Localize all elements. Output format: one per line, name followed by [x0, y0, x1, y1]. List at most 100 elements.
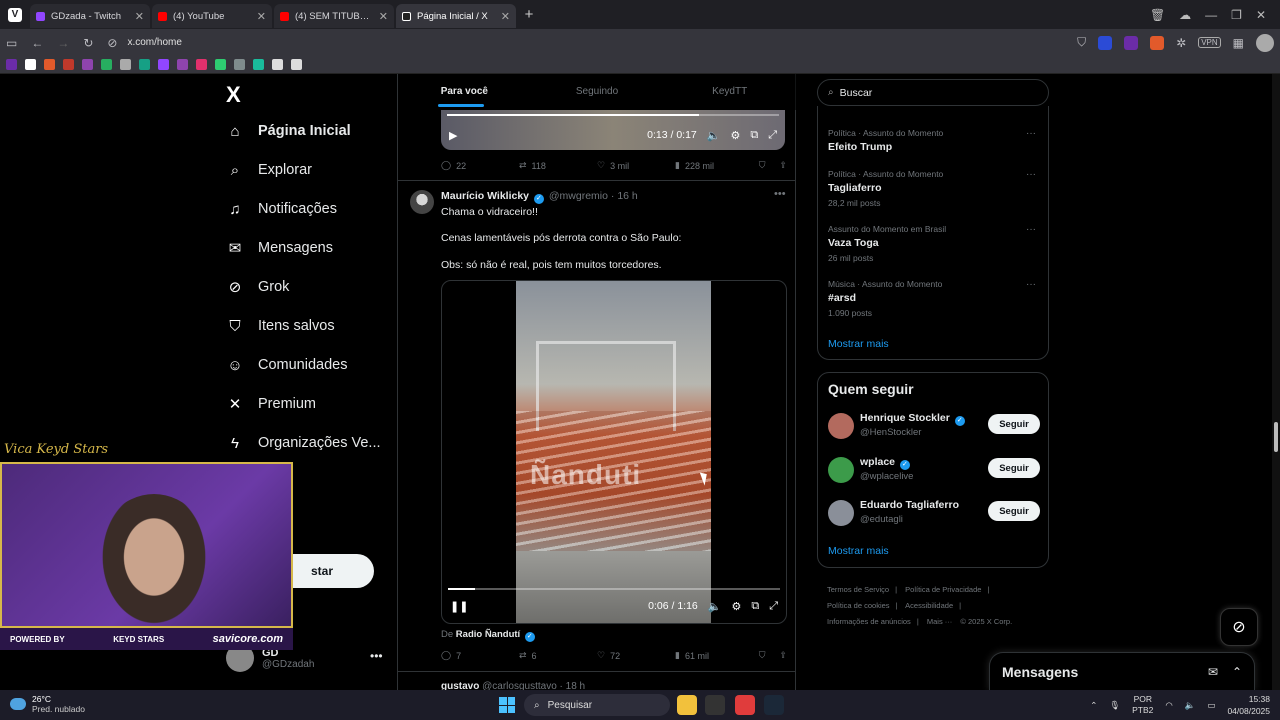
reply-button[interactable]: ◯ 22: [441, 160, 519, 171]
follow-button[interactable]: Seguir: [988, 458, 1040, 478]
settings-icon[interactable]: ⚙: [730, 129, 740, 142]
footer-link[interactable]: Política de cookies: [827, 601, 890, 610]
panel-toggle-icon[interactable]: ▭: [6, 36, 17, 50]
cloud-icon[interactable]: ☁: [1179, 8, 1191, 22]
scrollbar-thumb[interactable]: [1274, 422, 1278, 452]
volume-icon[interactable]: 🔈: [708, 600, 722, 613]
bookmark-icon[interactable]: [82, 59, 93, 70]
author-handle[interactable]: @mwgremio: [549, 190, 608, 202]
bookmark-icon[interactable]: [253, 59, 264, 70]
trend-item[interactable]: Assunto do Momento em Brasil Vaza Toga 2…: [828, 224, 1040, 263]
trend-item[interactable]: Política · Assunto do Momento Tagliaferr…: [828, 169, 1040, 208]
bookmark-icon[interactable]: [196, 59, 207, 70]
fullscreen-icon[interactable]: ⤢: [768, 129, 777, 142]
bookmark-icon[interactable]: [139, 59, 150, 70]
views-button[interactable]: ▮ 61 mil: [675, 650, 757, 661]
tab-following[interactable]: Seguindo: [531, 74, 664, 110]
author-handle[interactable]: @carlosgusttavo: [482, 681, 557, 690]
avatar[interactable]: [410, 190, 434, 214]
calendar-icon[interactable]: ▦: [1233, 36, 1244, 50]
close-tab-icon[interactable]: ✕: [257, 10, 266, 23]
nav-item-bookmarks[interactable]: ⛉ Itens salvos: [226, 317, 334, 335]
messages-drawer[interactable]: Mensagens ✉ ⌃: [989, 652, 1255, 690]
video-player[interactable]: ▶ 0:13 / 0:17 🔈 ⚙ ⧉ ⤢: [441, 110, 785, 150]
footer-link[interactable]: Informações de anúncios: [827, 617, 911, 626]
extension-icon[interactable]: [1150, 35, 1165, 50]
post-time[interactable]: 18 h: [566, 681, 585, 690]
follow-button[interactable]: Seguir: [988, 414, 1040, 434]
bookmark-page-icon[interactable]: ⛉: [1077, 35, 1086, 50]
new-tab-button[interactable]: +: [518, 6, 540, 23]
trend-item[interactable]: Música · Assunto do Momento #arsd 1.090 …: [828, 279, 1040, 318]
follow-button[interactable]: Seguir: [988, 501, 1040, 521]
bookmark-icon[interactable]: [63, 59, 74, 70]
bookmark-icon[interactable]: [177, 59, 188, 70]
tab-twitch[interactable]: GDzada - Twitch ✕: [30, 4, 150, 28]
close-tab-icon[interactable]: ✕: [379, 10, 388, 23]
nav-item-grok[interactable]: ⊘ Grok: [226, 278, 290, 296]
share-icon[interactable]: ⇪: [779, 650, 787, 661]
taskbar-search[interactable]: ⌕ Pesquisar: [524, 694, 670, 716]
more-icon[interactable]: ···: [1026, 279, 1036, 290]
bookmark-icon[interactable]: ⛉: [759, 160, 766, 171]
like-button[interactable]: ♡ 3 mil: [597, 160, 675, 171]
more-icon[interactable]: •••: [370, 649, 383, 663]
microphone-icon[interactable]: 🎙: [1109, 700, 1120, 711]
vpn-badge[interactable]: VPN: [1198, 37, 1221, 48]
settings-icon[interactable]: ⚙: [731, 600, 741, 613]
follow-suggestion[interactable]: wplace ✓ @wplacelive Seguir: [828, 455, 1040, 485]
source-name[interactable]: Radio Ñandutí: [456, 629, 520, 640]
repost-button[interactable]: ⇄ 118: [519, 160, 597, 171]
extension-icon[interactable]: [1098, 35, 1113, 50]
chevron-up-icon[interactable]: ⌃: [1090, 700, 1097, 711]
vivaldi-icon[interactable]: [735, 695, 755, 715]
like-button[interactable]: ♡ 72: [597, 650, 675, 661]
tab-youtube[interactable]: (4) YouTube ✕: [152, 4, 272, 28]
tab-x-home[interactable]: Página Inicial / X ✕: [396, 4, 516, 28]
reply-button[interactable]: ◯ 7: [441, 650, 519, 661]
trend-item[interactable]: Política · Assunto do Momento Efeito Tru…: [828, 128, 1040, 153]
close-window-button[interactable]: ✕: [1256, 8, 1266, 22]
nav-item-notifications[interactable]: ♫ Notificações: [226, 200, 337, 218]
extensions-puzzle-icon[interactable]: ✲: [1176, 36, 1186, 50]
volume-icon[interactable]: 🔈: [707, 129, 721, 142]
footer-link[interactable]: Política de Privacidade: [905, 585, 981, 594]
bookmark-icon[interactable]: [6, 59, 17, 70]
wifi-icon[interactable]: ◠: [1165, 700, 1172, 711]
battery-icon[interactable]: ▭: [1207, 700, 1215, 711]
show-more-link[interactable]: Mostrar mais: [828, 338, 889, 350]
reload-icon[interactable]: ↻: [83, 36, 93, 50]
footer-link[interactable]: Acessibilidade: [905, 601, 953, 610]
close-tab-icon[interactable]: ✕: [135, 10, 144, 23]
fullscreen-icon[interactable]: ⤢: [769, 600, 778, 613]
video-progress-bar[interactable]: [447, 114, 779, 116]
extension-icon[interactable]: [1124, 35, 1139, 50]
grok-floating-button[interactable]: ⊘: [1220, 608, 1258, 646]
language-indicator[interactable]: POR PTB2: [1132, 694, 1153, 716]
forward-icon[interactable]: →: [57, 36, 69, 50]
nav-item-home[interactable]: ⌂ Página Inicial: [226, 122, 350, 140]
more-icon[interactable]: •••: [774, 188, 786, 200]
bookmark-icon[interactable]: ⛉: [759, 650, 766, 661]
new-message-icon[interactable]: ✉: [1208, 665, 1218, 679]
chevron-up-icon[interactable]: ⌃: [1232, 665, 1242, 679]
nav-item-premium[interactable]: ✕ Premium: [226, 395, 316, 413]
post-time[interactable]: 16 h: [617, 190, 637, 202]
site-info-icon[interactable]: ⊘: [107, 36, 117, 50]
more-icon[interactable]: ···: [1026, 169, 1036, 180]
steam-icon[interactable]: [764, 695, 784, 715]
pip-icon[interactable]: ⧉: [751, 600, 759, 613]
url-field[interactable]: x.com/home: [127, 37, 181, 48]
share-icon[interactable]: ⇪: [779, 160, 787, 171]
trash-icon[interactable]: 🗑: [1150, 8, 1165, 22]
tab-for-you[interactable]: Para você: [398, 74, 531, 110]
terminal-icon[interactable]: [705, 695, 725, 715]
play-icon[interactable]: ▶: [449, 129, 457, 142]
follow-suggestion[interactable]: Henrique Stockler ✓ @HenStockler Seguir: [828, 411, 1040, 441]
profile-avatar-icon[interactable]: [1256, 33, 1274, 52]
bookmark-icon[interactable]: [25, 59, 36, 70]
more-icon[interactable]: ···: [1026, 224, 1036, 235]
pause-icon[interactable]: ❚❚: [450, 600, 468, 613]
follow-suggestion[interactable]: Eduardo Tagliaferro @edutagli Seguir: [828, 498, 1040, 528]
more-icon[interactable]: ···: [1026, 128, 1036, 139]
